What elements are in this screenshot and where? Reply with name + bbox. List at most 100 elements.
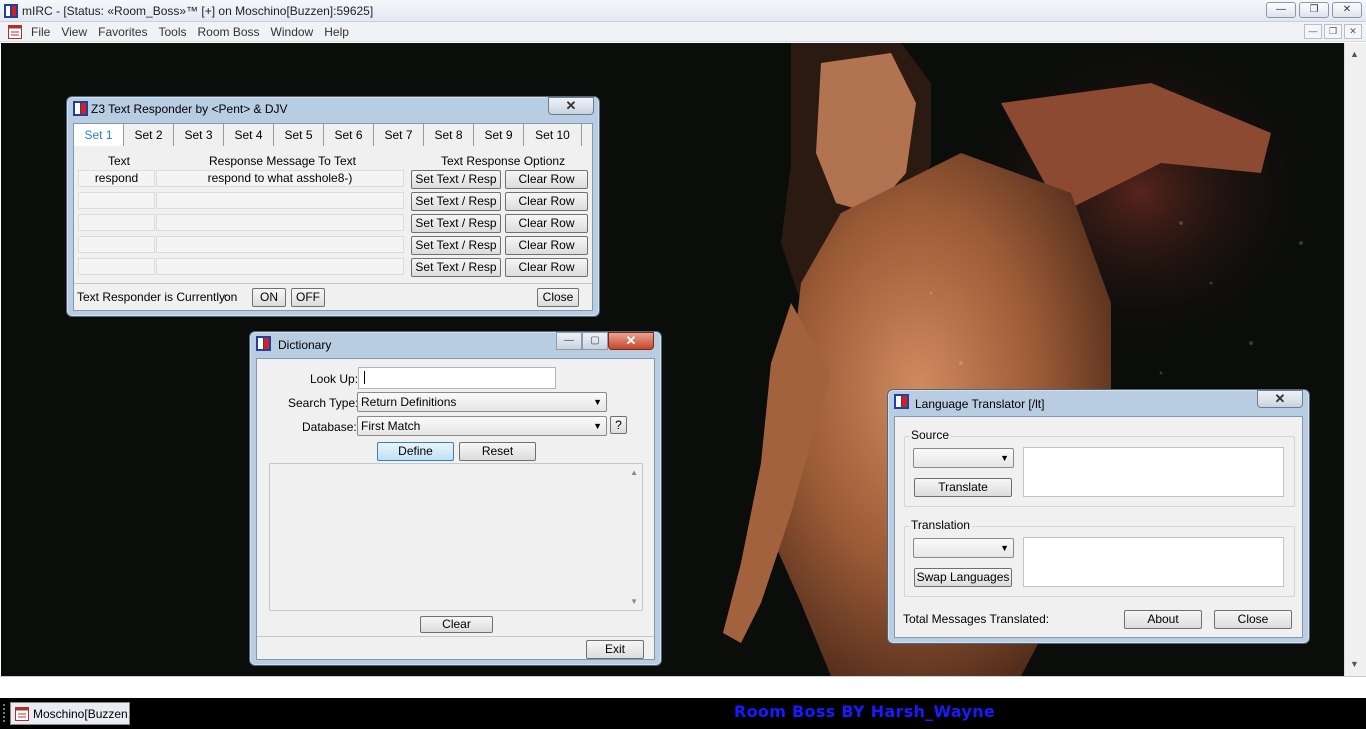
workspace-scrollbar[interactable]: ▲ ▼	[1344, 43, 1366, 676]
text-cursor	[364, 371, 365, 384]
menu-file[interactable]: File	[31, 25, 59, 39]
row4-clear-row-button[interactable]: Clear Row	[505, 236, 588, 255]
definition-output[interactable]: ▲ ▼	[269, 463, 643, 611]
taskbar-item-label: Moschino[Buzzen...	[33, 706, 130, 721]
exit-button[interactable]: Exit	[586, 640, 644, 659]
status-window-icon	[15, 706, 29, 721]
translate-button[interactable]: Translate	[914, 478, 1012, 497]
row5-clear-row-button[interactable]: Clear Row	[505, 258, 588, 277]
branding-text: Room Boss BY Harsh_Wayne	[734, 702, 996, 721]
chevron-down-icon: ▼	[1000, 453, 1009, 463]
tab-set-2[interactable]: Set 2	[124, 124, 174, 146]
source-text-input[interactable]	[1023, 447, 1284, 497]
row4-set-text-button[interactable]: Set Text / Resp	[411, 236, 501, 255]
tab-set-6[interactable]: Set 6	[324, 124, 374, 146]
source-label: Source	[909, 428, 952, 442]
translation-label: Translation	[909, 518, 972, 532]
tab-set-5[interactable]: Set 5	[274, 124, 324, 146]
scroll-up-icon[interactable]: ▲	[630, 468, 638, 477]
dict-divider	[257, 636, 654, 637]
header-response: Response Message To Text	[209, 154, 356, 168]
target-language-select[interactable]: ▼	[913, 538, 1014, 558]
header-options: Text Response Optionz	[441, 154, 566, 168]
tab-set-1[interactable]: Set 1	[74, 124, 124, 146]
swap-languages-button[interactable]: Swap Languages	[914, 568, 1012, 587]
z3-close-icon[interactable]: ✕	[548, 97, 594, 115]
on-button[interactable]: ON	[252, 288, 286, 307]
responder-status-value: on	[224, 290, 238, 304]
tab-set-4[interactable]: Set 4	[224, 124, 274, 146]
taskbar-grip	[3, 704, 7, 722]
menu-favorites[interactable]: Favorites	[98, 25, 156, 39]
mdi-close-button[interactable]: ✕	[1344, 24, 1362, 39]
about-button[interactable]: About	[1124, 610, 1202, 629]
total-messages-label: Total Messages Translated:	[903, 612, 1050, 626]
z3-divider	[74, 283, 592, 284]
reset-button[interactable]: Reset	[459, 442, 536, 461]
row3-response	[156, 214, 404, 231]
menu-help[interactable]: Help	[324, 25, 358, 39]
row1-set-text-button[interactable]: Set Text / Resp	[411, 170, 501, 189]
mirc-app-icon	[4, 4, 18, 18]
dict-minimize-icon[interactable]: —	[556, 332, 582, 350]
tab-set-9[interactable]: Set 9	[474, 124, 524, 146]
row1-clear-row-button[interactable]: Clear Row	[505, 170, 588, 189]
tab-set-3[interactable]: Set 3	[174, 124, 224, 146]
restore-button[interactable]: ❐	[1299, 2, 1329, 18]
tab-set-8[interactable]: Set 8	[424, 124, 474, 146]
minimize-button[interactable]: —	[1266, 2, 1296, 18]
source-language-select[interactable]: ▼	[913, 448, 1014, 468]
menu-tools[interactable]: Tools	[159, 25, 196, 39]
search-type-label: Search Type:	[288, 396, 359, 410]
row5-response	[156, 258, 404, 275]
row1-response: respond to what asshole8-)	[156, 170, 404, 187]
search-type-value: Return Definitions	[361, 395, 457, 409]
row1-text: respond	[78, 170, 155, 187]
taskbar: Moschino[Buzzen... Room Boss BY Harsh_Wa…	[0, 698, 1366, 729]
tab-set-7[interactable]: Set 7	[374, 124, 424, 146]
z3-close-button[interactable]: Close	[537, 288, 579, 307]
search-type-select[interactable]: Return Definitions ▼	[357, 392, 607, 412]
mdi-window-icon[interactable]	[8, 25, 22, 39]
row4-response	[156, 236, 404, 253]
database-select[interactable]: First Match ▼	[357, 416, 607, 436]
translator-title: Language Translator [/lt]	[915, 397, 1045, 411]
translator-close-button[interactable]: Close	[1214, 610, 1292, 629]
row2-response	[156, 192, 404, 209]
dict-clear-button[interactable]: Clear	[420, 616, 493, 633]
responder-status-label: Text Responder is Currently:	[77, 290, 229, 304]
row5-text	[78, 258, 155, 275]
mdi-minimize-button[interactable]: —	[1304, 24, 1322, 39]
dictionary-window: Dictionary — ▢ ✕ Look Up: Search Type: R…	[249, 331, 662, 666]
dict-maximize-icon[interactable]: ▢	[582, 332, 608, 350]
scroll-up-icon[interactable]: ▲	[1350, 49, 1359, 59]
row2-clear-row-button[interactable]: Clear Row	[505, 192, 588, 211]
close-button[interactable]: ✕	[1332, 2, 1362, 18]
define-button[interactable]: Define	[377, 442, 454, 461]
mirc-dialog-icon	[894, 394, 909, 409]
menu-window[interactable]: Window	[271, 25, 323, 39]
editbox-strip[interactable]	[0, 676, 1366, 698]
row5-set-text-button[interactable]: Set Text / Resp	[411, 258, 501, 277]
menu-view[interactable]: View	[61, 25, 96, 39]
translation-output[interactable]	[1023, 537, 1284, 587]
mdi-restore-button[interactable]: ❐	[1324, 24, 1342, 39]
menu-room-boss[interactable]: Room Boss	[198, 25, 269, 39]
scroll-down-icon[interactable]: ▼	[1350, 659, 1359, 669]
row3-set-text-button[interactable]: Set Text / Resp	[411, 214, 501, 233]
translator-close-icon[interactable]: ✕	[1257, 390, 1303, 408]
database-help-button[interactable]: ?	[610, 416, 627, 434]
language-translator-window: Language Translator [/lt] ✕ Source ▼ Tra…	[887, 389, 1310, 644]
scroll-down-icon[interactable]: ▼	[630, 597, 638, 606]
tab-set-10[interactable]: Set 10	[524, 124, 582, 146]
row2-set-text-button[interactable]: Set Text / Resp	[411, 192, 501, 211]
lookup-input[interactable]	[358, 367, 556, 389]
dict-close-icon[interactable]: ✕	[608, 332, 654, 350]
database-label: Database:	[302, 420, 357, 434]
z3-tabstrip: Set 1 Set 2 Set 3 Set 4 Set 5 Set 6 Set …	[74, 124, 582, 146]
translator-body: Source ▼ Translate Translation ▼ Swap La…	[894, 416, 1303, 638]
taskbar-item-moschino[interactable]: Moschino[Buzzen...	[10, 702, 130, 725]
row3-clear-row-button[interactable]: Clear Row	[505, 214, 588, 233]
off-button[interactable]: OFF	[291, 288, 325, 307]
z3-title: Z3 Text Responder by <Pent> & DJV	[91, 102, 288, 116]
